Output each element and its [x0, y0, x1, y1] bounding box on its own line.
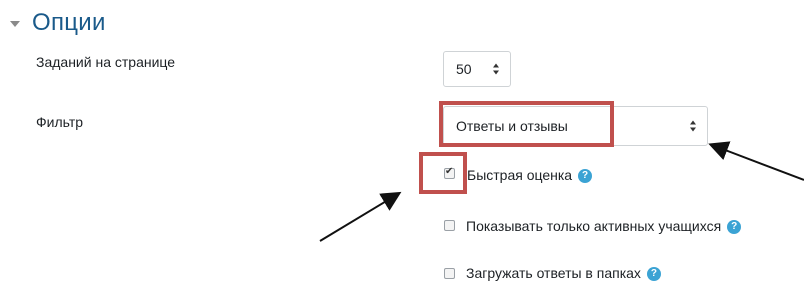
annotation-arrows — [319, 141, 804, 242]
arrow-to-checkbox — [319, 191, 402, 242]
arrow-to-filter — [708, 141, 804, 181]
